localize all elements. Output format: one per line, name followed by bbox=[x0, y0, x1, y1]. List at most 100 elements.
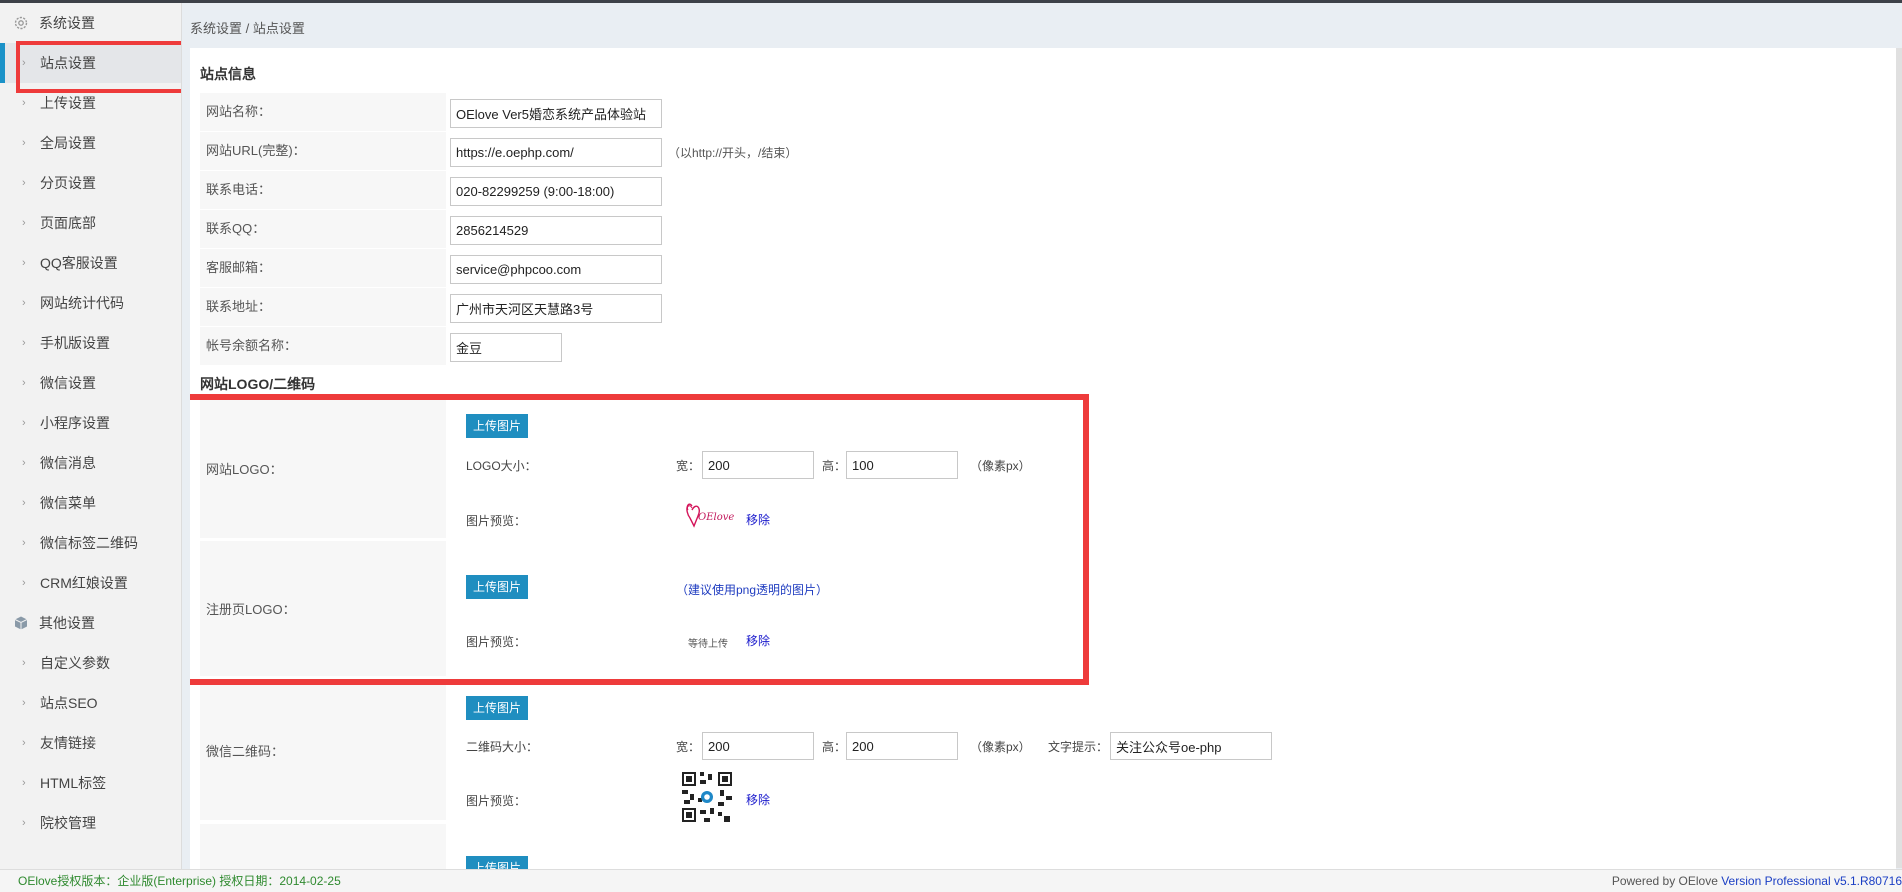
sidebar-item[interactable]: › 页面底部 bbox=[0, 203, 181, 243]
upload-next-button[interactable]: 上传图片 bbox=[466, 856, 529, 870]
site-url-hint: （以http://开头，/结束） bbox=[668, 146, 798, 160]
sidebar-item[interactable]: › 微信菜单 bbox=[0, 483, 181, 523]
sidebar-item[interactable]: › 微信标签二维码 bbox=[0, 523, 181, 563]
sidebar-item[interactable]: › 小程序设置 bbox=[0, 403, 181, 443]
gear-icon bbox=[12, 14, 30, 32]
logo-width-label: 宽： bbox=[676, 459, 701, 473]
address-input[interactable] bbox=[450, 294, 662, 323]
logo-width-input[interactable] bbox=[702, 451, 814, 479]
section-title-site-info: 站点信息 bbox=[200, 66, 256, 82]
sidebar-item[interactable]: › 微信消息 bbox=[0, 443, 181, 483]
email-input[interactable] bbox=[450, 255, 662, 284]
sidebar: 系统设置 › 站点设置 › 上传设置 › 全局设置 › 分页设置 › 页面底部 › QQ客服设置 › 网站… bbox=[0, 3, 182, 869]
footer-license: OElove授权版本：企业版(Enterprise) 授权日期：2014-02-… bbox=[18, 874, 341, 888]
logo-height-input[interactable] bbox=[846, 451, 958, 479]
balance-label: 帐号余额名称： bbox=[200, 327, 446, 365]
sidebar-group-label: 系统设置 bbox=[39, 15, 95, 31]
sidebar-item[interactable]: › 院校管理 bbox=[0, 803, 181, 843]
next-row-label bbox=[200, 824, 446, 870]
qr-height-input[interactable] bbox=[846, 732, 958, 760]
phone-input[interactable] bbox=[450, 177, 662, 206]
row-site-name: 网站名称： bbox=[200, 93, 1890, 131]
site-name-input[interactable] bbox=[450, 99, 662, 128]
sidebar-item-label: 手机版设置 bbox=[40, 335, 110, 351]
row-phone: 联系电话： bbox=[200, 171, 1890, 209]
scrollbar[interactable] bbox=[1896, 48, 1902, 868]
section-title-logo: 网站LOGO/二维码 bbox=[200, 376, 316, 392]
site-name-label: 网站名称： bbox=[200, 93, 446, 131]
chevron-right-icon: › bbox=[22, 577, 26, 589]
row-qq: 联系QQ： bbox=[200, 210, 1890, 248]
qr-text-tip-input[interactable] bbox=[1110, 732, 1272, 760]
sidebar-item-label: 友情链接 bbox=[40, 735, 96, 751]
sidebar-item[interactable]: › 自定义参数 bbox=[0, 643, 181, 683]
balance-input[interactable] bbox=[450, 333, 562, 362]
email-label: 客服邮箱： bbox=[200, 249, 446, 287]
qr-width-input[interactable] bbox=[702, 732, 814, 760]
footer-powered: Powered by OElove Version Professional v… bbox=[1612, 870, 1902, 892]
remove-qr-link[interactable]: 移除 bbox=[746, 791, 770, 808]
qr-width-label: 宽： bbox=[676, 740, 701, 754]
qr-height-label: 高： bbox=[822, 740, 847, 754]
footer-version-link[interactable]: Version Professional v5.1.R80716 bbox=[1721, 874, 1902, 888]
chevron-right-icon: › bbox=[22, 417, 26, 429]
address-label: 联系地址： bbox=[200, 288, 446, 326]
upload-wechat-qr-button[interactable]: 上传图片 bbox=[466, 696, 529, 720]
chevron-right-icon: › bbox=[22, 297, 26, 309]
phone-label: 联系电话： bbox=[200, 171, 446, 209]
cube-icon bbox=[12, 614, 30, 632]
sidebar-item[interactable]: › 微信设置 bbox=[0, 363, 181, 403]
reg-logo-hint: （建议使用png透明的图片） bbox=[676, 583, 829, 597]
sidebar-item-label: 上传设置 bbox=[40, 95, 96, 111]
sidebar-group-system[interactable]: 系统设置 bbox=[0, 3, 181, 43]
sidebar-item-label: 微信标签二维码 bbox=[40, 535, 138, 551]
chevron-right-icon: › bbox=[22, 217, 26, 229]
chevron-right-icon: › bbox=[22, 657, 26, 669]
sidebar-item[interactable]: › 上传设置 bbox=[0, 83, 181, 123]
main-panel: 站点信息 网站名称： 网站URL(完整)： （以http://开头，/结束） 联… bbox=[190, 48, 1896, 870]
sidebar-item-label: 院校管理 bbox=[40, 815, 96, 831]
site-logo-preview-label: 图片预览： bbox=[466, 514, 527, 528]
sidebar-item[interactable]: › 站点设置 bbox=[0, 41, 181, 93]
upload-reg-logo-button[interactable]: 上传图片 bbox=[466, 575, 529, 599]
sidebar-item-label: 站点SEO bbox=[40, 695, 98, 711]
chevron-right-icon: › bbox=[22, 257, 26, 269]
sidebar-item-label: QQ客服设置 bbox=[40, 255, 118, 271]
sidebar-item[interactable]: › QQ客服设置 bbox=[0, 243, 181, 283]
sidebar-item[interactable]: › CRM红娘设置 bbox=[0, 563, 181, 603]
qr-text-tip-label: 文字提示： bbox=[1048, 740, 1109, 754]
breadcrumb: 系统设置 / 站点设置 bbox=[190, 21, 305, 36]
remove-reg-logo-link[interactable]: 移除 bbox=[746, 632, 770, 649]
sidebar-item[interactable]: › 全局设置 bbox=[0, 123, 181, 163]
sidebar-item-label: 分页设置 bbox=[40, 175, 96, 191]
upload-site-logo-button[interactable]: 上传图片 bbox=[466, 414, 529, 438]
sidebar-item-label: 页面底部 bbox=[40, 215, 96, 231]
row-balance: 帐号余额名称： bbox=[200, 327, 1890, 365]
sidebar-item[interactable]: › 分页设置 bbox=[0, 163, 181, 203]
chevron-right-icon: › bbox=[22, 777, 26, 789]
sidebar-group-other[interactable]: 其他设置 bbox=[0, 603, 181, 643]
qq-input[interactable] bbox=[450, 216, 662, 245]
row-site-url: 网站URL(完整)： （以http://开头，/结束） bbox=[200, 132, 1890, 170]
logo-unit-hint: （像素px） bbox=[970, 459, 1031, 473]
site-url-input[interactable] bbox=[450, 138, 662, 167]
site-logo-text: OElove bbox=[698, 512, 735, 523]
row-address: 联系地址： bbox=[200, 288, 1890, 326]
chevron-right-icon: › bbox=[22, 697, 26, 709]
qr-unit-hint: （像素px） bbox=[970, 740, 1031, 754]
reg-logo-preview-label: 图片预览： bbox=[466, 635, 527, 649]
sidebar-item[interactable]: › 友情链接 bbox=[0, 723, 181, 763]
chevron-right-icon: › bbox=[22, 537, 26, 549]
sidebar-item[interactable]: › 手机版设置 bbox=[0, 323, 181, 363]
chevron-right-icon: › bbox=[22, 137, 26, 149]
sidebar-item[interactable]: › 站点SEO bbox=[0, 683, 181, 723]
sidebar-group-label: 其他设置 bbox=[39, 615, 95, 631]
sidebar-item[interactable]: › HTML标签 bbox=[0, 763, 181, 803]
sidebar-item-label: 网站统计代码 bbox=[40, 295, 124, 311]
chevron-right-icon: › bbox=[22, 497, 26, 509]
sidebar-item-label: 站点设置 bbox=[40, 55, 96, 71]
sidebar-item-label: 微信消息 bbox=[40, 455, 96, 471]
remove-site-logo-link[interactable]: 移除 bbox=[746, 511, 770, 528]
sidebar-item[interactable]: › 网站统计代码 bbox=[0, 283, 181, 323]
qr-size-label: 二维码大小： bbox=[466, 740, 539, 754]
